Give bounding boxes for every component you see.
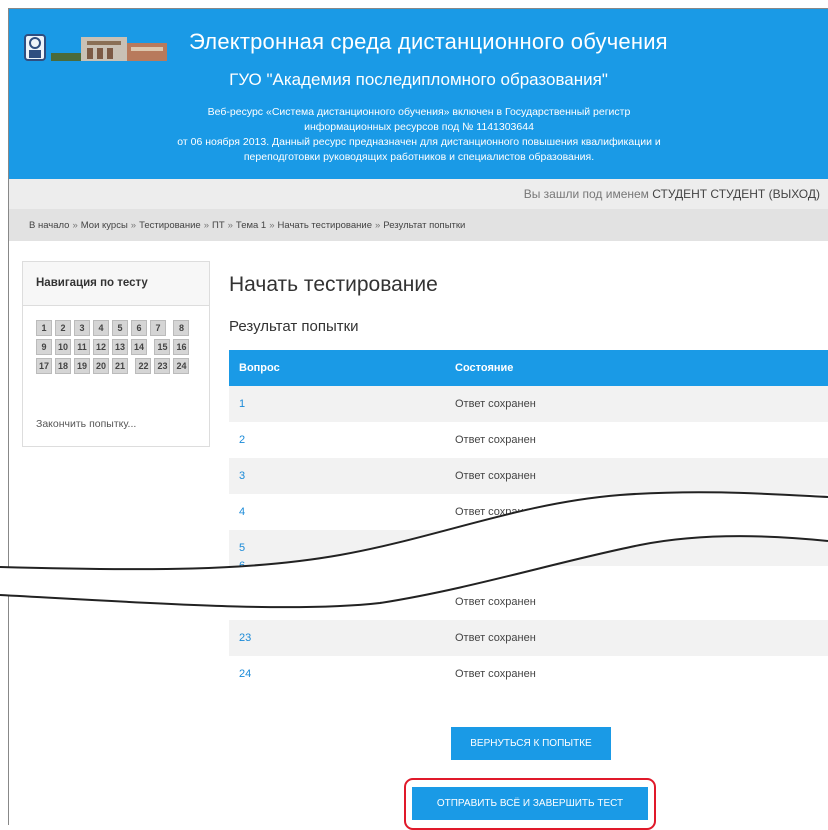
table-row: 2 Ответ сохранен [229,422,828,458]
column-header-question: Вопрос [239,362,280,374]
question-nav-button[interactable]: 6 [131,320,147,336]
question-status: Ответ сохранен [455,560,536,572]
breadcrumb-pt[interactable]: ПТ [212,220,225,231]
academy-building-logo[interactable] [21,29,171,63]
table-row: 23 Ответ сохранен [229,620,828,656]
breadcrumb-attempt-result: Результат попытки [383,220,466,231]
table-row: 3 Ответ сохранен [229,458,828,494]
page-title: Начать тестирование [229,273,438,296]
site-subtitle: ГУО "Академия последипломного образовани… [229,70,608,89]
table-row: 24 Ответ сохранен [229,656,828,692]
question-nav-button[interactable]: 7 [150,320,166,336]
login-prefix: Вы зашли под именем [523,187,649,201]
question-status: Ответ сохранен [455,632,536,644]
description-line: переподготовки руководящих работников и … [243,151,595,163]
question-link[interactable]: 23 [239,632,251,644]
column-header-status: Состояние [455,362,514,374]
page-subtitle: Результат попытки [229,318,359,335]
breadcrumb-separator: » [72,220,78,231]
question-link[interactable]: 1 [239,398,245,410]
question-nav-button[interactable]: 5 [112,320,128,336]
question-nav-button[interactable]: 1 [36,320,52,336]
site-header: Электронная среда дистанционного обучени… [9,9,828,179]
question-status: Ответ сохранен [455,596,536,608]
finish-attempt-link[interactable]: Закончить попытку... [36,418,136,430]
breadcrumb-home[interactable]: В начало [29,220,69,231]
breadcrumb-my-courses[interactable]: Мои курсы [81,220,128,231]
table-row: 4 Ответ сохранен [229,494,828,530]
breadcrumb-testing[interactable]: Тестирование [139,220,201,231]
user-name-link[interactable]: СТУДЕНТ СТУДЕНТ [652,187,765,201]
breadcrumb-topic-1[interactable]: Тема 1 [236,220,266,231]
question-nav-button[interactable]: 15 [154,339,171,355]
question-link[interactable]: 3 [239,470,245,482]
question-nav-button[interactable]: 22 [135,358,152,374]
question-status: Ответ сохранен [455,470,536,482]
question-nav-button[interactable]: 16 [173,339,190,355]
question-status: Ответ сохранен [455,398,536,410]
question-nav-button[interactable]: 19 [74,358,90,374]
question-link[interactable]: 24 [239,668,251,680]
breadcrumb: В начало» Мои курсы» Тестирование» ПТ» Тема … [9,209,828,241]
table-row: 1 Ответ сохранен [229,386,828,422]
question-link[interactable]: 4 [239,506,245,518]
logout-link[interactable]: (ВЫХОД) [769,187,820,201]
description-line: информационных ресурсов под № 1141303644 [304,121,534,133]
question-nav-button[interactable]: 12 [93,339,109,355]
question-nav-button[interactable]: 24 [173,358,190,374]
quiz-navigation-header: Навигация по тесту [23,262,209,306]
question-nav-button[interactable]: 18 [55,358,71,374]
breadcrumb-separator: » [374,220,381,231]
question-nav-button[interactable]: 21 [112,358,128,374]
question-nav-button[interactable]: 3 [74,320,90,336]
table-row: Ответ сохранен [229,584,828,620]
question-link[interactable]: 6 [239,560,245,572]
question-button-grid: 1234567 89 10 11 12 13 14 15 1617 18 19 20 21 22 23… [36,320,206,377]
submit-all-and-finish-button[interactable]: ОТПРАВИТЬ ВСЁ И ЗАВЕРШИТЬ ТЕСТ [412,787,648,820]
question-nav-button[interactable]: 14 [131,339,147,355]
site-title: Электронная среда дистанционного обучени… [189,29,668,54]
question-nav-button[interactable]: 20 [93,358,109,374]
breadcrumb-separator: » [203,220,209,231]
site-description: Веб-ресурс «Система дистанционного обуче… [139,105,699,165]
description-line: от 06 ноября 2013. Данный ресурс предназ… [177,136,661,148]
question-status: Ответ сохранен [455,434,536,446]
table-row: 6 Ответ сохранен [229,548,828,584]
login-info: Вы зашли под именем СТУДЕНТ СТУДЕНТ (ВЫХ… [524,187,820,201]
question-nav-button[interactable]: 13 [112,339,128,355]
breadcrumb-separator: » [227,220,233,231]
quiz-navigation-block: Навигация по тесту 1234567 89 10 11 12 13 14 … [22,261,210,447]
question-nav-button[interactable]: 4 [93,320,109,336]
quiz-navigation-title: Навигация по тесту [36,277,148,289]
return-to-attempt-button[interactable]: ВЕРНУТЬСЯ К ПОПЫТКЕ [451,727,611,760]
question-nav-button[interactable]: 23 [154,358,171,374]
question-status: Ответ сохранен [455,668,536,680]
question-status: Ответ сохранен [455,506,536,518]
breadcrumb-separator: » [269,220,275,231]
login-bar: Вы зашли под именем СТУДЕНТ СТУДЕНТ (ВЫХ… [9,179,828,209]
question-link[interactable]: 2 [239,434,245,446]
summary-table-header: Вопрос Состояние [229,350,828,386]
breadcrumb-start-test[interactable]: Начать тестирование [278,220,372,231]
breadcrumb-separator: » [130,220,137,231]
question-nav-button[interactable]: 8 [173,320,190,336]
question-nav-button[interactable]: 17 [36,358,52,374]
question-nav-button[interactable]: 10 [55,339,71,355]
question-nav-button[interactable]: 2 [55,320,71,336]
question-nav-button[interactable]: 11 [74,339,90,355]
description-line: Веб-ресурс «Система дистанционного обуче… [207,106,631,118]
question-nav-button[interactable]: 9 [36,339,52,355]
